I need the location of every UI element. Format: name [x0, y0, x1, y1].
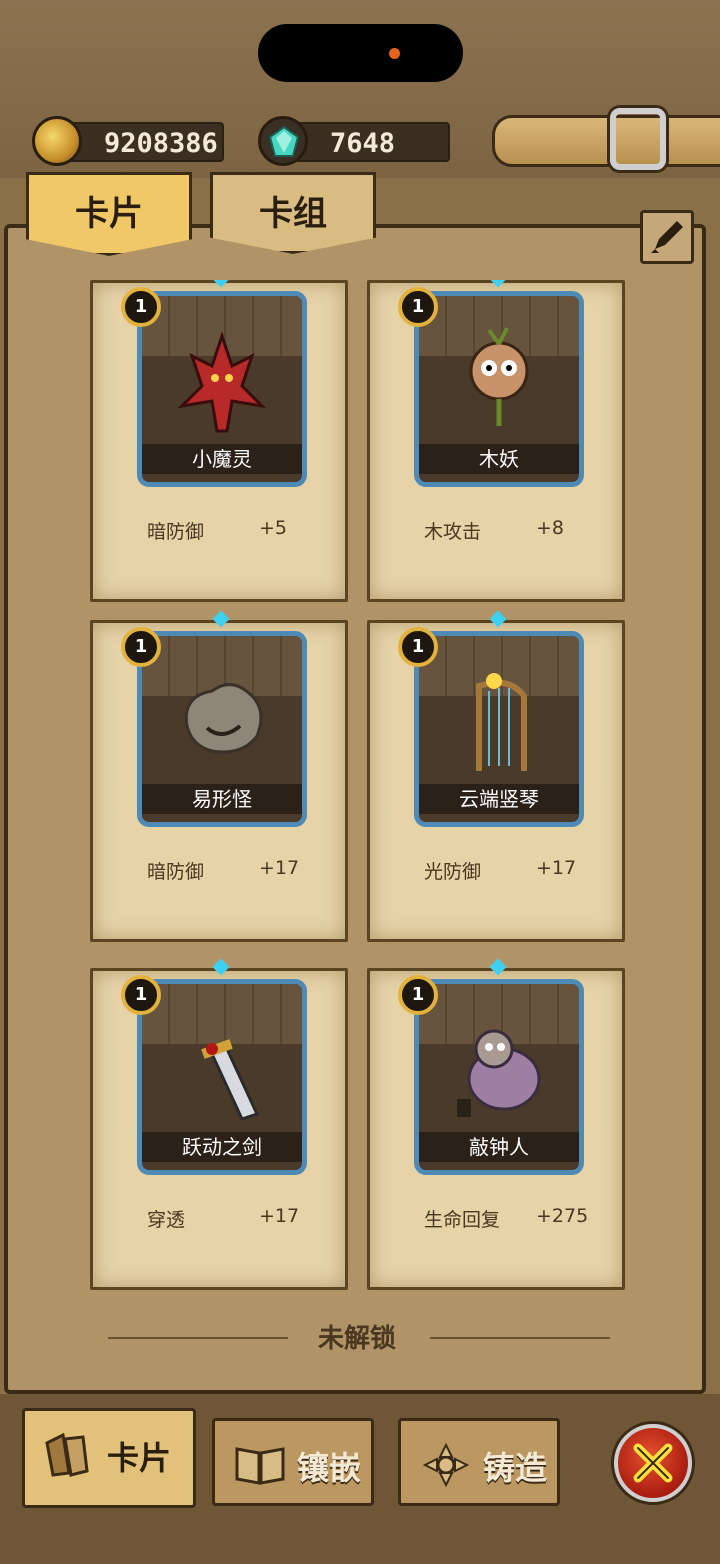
level-badge: 1	[121, 627, 161, 667]
camera-notch	[258, 24, 463, 82]
locked-label: 未解锁	[318, 1324, 397, 1354]
card-portrait: 云端竖琴	[414, 631, 584, 827]
stat-value: +17	[259, 857, 300, 879]
close-button[interactable]	[614, 1424, 692, 1502]
stat-value: +17	[536, 857, 577, 879]
card-name: 木妖	[419, 444, 579, 474]
bell-ringer-art	[457, 1029, 541, 1117]
card-name: 易形怪	[142, 784, 302, 814]
shapeshifter-art	[184, 683, 263, 754]
nav-forge-button[interactable]: 铸造	[398, 1418, 560, 1506]
stat-name: 暗防御	[147, 521, 205, 543]
gem-icon	[258, 116, 308, 166]
card-portrait: 易形怪	[137, 631, 307, 827]
tab-cards[interactable]: 卡片	[26, 172, 192, 256]
card-item[interactable]: 木妖 1 木攻击 +8	[367, 280, 625, 602]
level-badge: 1	[398, 627, 438, 667]
card-portrait: 小魔灵	[137, 291, 307, 487]
card-name: 敲钟人	[419, 1132, 579, 1162]
stat-name: 生命回复	[424, 1209, 501, 1231]
stat-name: 穿透	[147, 1209, 186, 1231]
locked-divider: 未解锁	[108, 1318, 613, 1358]
nav-inlay-button[interactable]: 镶嵌	[212, 1418, 374, 1506]
card-item[interactable]: 云端竖琴 1 光防御 +17	[367, 610, 625, 942]
level-badge: 1	[398, 975, 438, 1015]
card-item[interactable]: 小魔灵 1 暗防御 +5	[90, 280, 348, 602]
stat-name: 木攻击	[424, 521, 482, 543]
gold-amount: 9208386	[104, 128, 218, 159]
menu-strap[interactable]	[492, 115, 720, 167]
nav-inlay-label: 镶嵌	[297, 1449, 362, 1487]
nav-cards-label: 卡片	[107, 1439, 172, 1477]
tab-decks-label: 卡组	[259, 194, 327, 234]
forge-icon	[422, 1443, 470, 1487]
card-portrait: 敲钟人	[414, 979, 584, 1175]
gold-coin-icon	[32, 116, 82, 166]
stat-value: +8	[536, 517, 565, 539]
close-icon	[633, 1443, 673, 1483]
card-portrait: 跃动之剑	[137, 979, 307, 1175]
gem-amount: 7648	[330, 128, 396, 159]
level-badge: 1	[121, 287, 161, 327]
cards-icon	[45, 1433, 89, 1477]
harp-art	[476, 673, 527, 771]
camera-dot	[389, 48, 400, 59]
card-name: 小魔灵	[142, 444, 302, 474]
card-portrait: 木妖	[414, 291, 584, 487]
card-item[interactable]: 易形怪 1 暗防御 +17	[90, 610, 348, 942]
stat-value: +275	[536, 1205, 589, 1227]
nav-cards-button[interactable]: 卡片	[22, 1408, 196, 1508]
edit-button[interactable]	[640, 210, 694, 264]
card-gem-icon	[489, 280, 507, 288]
card-grid[interactable]: 小魔灵 1 暗防御 +5 木妖 1 木攻击 +8 易形怪 1 暗防御 +17 云…	[20, 280, 700, 1380]
imp-art	[177, 331, 267, 433]
treant-art	[469, 327, 529, 426]
card-item[interactable]: 跃动之剑 1 穿透 +17	[90, 958, 348, 1290]
card-gem-icon	[212, 958, 230, 976]
card-item[interactable]: 敲钟人 1 生命回复 +275	[367, 958, 625, 1290]
tab-decks[interactable]: 卡组	[210, 172, 376, 254]
card-name: 跃动之剑	[142, 1132, 302, 1162]
book-icon	[235, 1447, 285, 1485]
stat-name: 光防御	[424, 861, 482, 883]
pencil-icon	[651, 221, 683, 253]
card-gem-icon	[212, 280, 230, 288]
nav-forge-label: 铸造	[483, 1449, 548, 1487]
card-gem-icon	[212, 610, 230, 628]
tab-cards-label: 卡片	[75, 194, 143, 234]
sword-art	[201, 1039, 260, 1121]
card-gem-icon	[489, 958, 507, 976]
card-name: 云端竖琴	[419, 784, 579, 814]
card-gem-icon	[489, 610, 507, 628]
level-badge: 1	[398, 287, 438, 327]
stat-name: 暗防御	[147, 861, 205, 883]
stat-value: +17	[259, 1205, 300, 1227]
stat-value: +5	[259, 517, 288, 539]
level-badge: 1	[121, 975, 161, 1015]
strap-buckle-icon[interactable]	[610, 108, 666, 170]
